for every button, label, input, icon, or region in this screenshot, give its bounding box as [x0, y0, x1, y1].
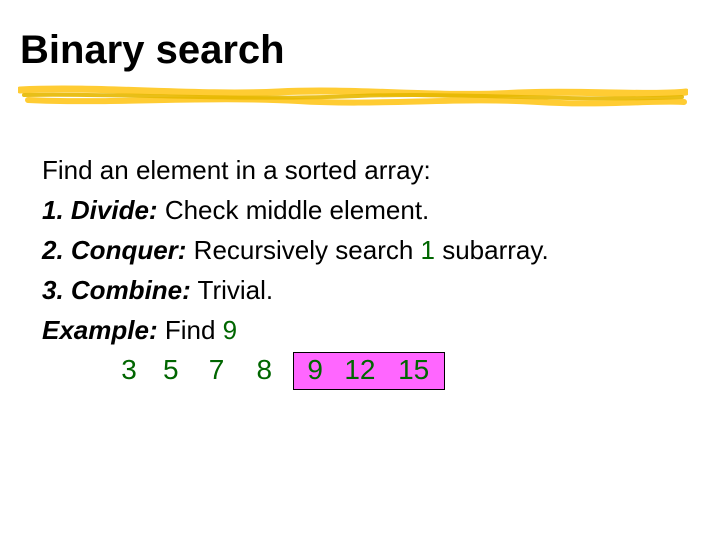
intro-line: Find an element in a sorted array: [42, 150, 682, 190]
step-2: 2. Conquer: Recursively search 1 subarra… [42, 230, 682, 270]
step-1-label: 1. Divide: [42, 195, 158, 225]
step-3-label: 3. Combine: [42, 275, 191, 305]
array-val-2: 7 [196, 350, 238, 390]
step-2-text-before: Recursively search [186, 235, 420, 265]
example-target: 9 [223, 315, 237, 345]
example-label: Example: [42, 315, 158, 345]
step-1: 1. Divide: Check middle element. [42, 190, 682, 230]
slide-title: Binary search [20, 28, 285, 73]
array-val-6: 15 [390, 353, 438, 387]
step-2-text-after: subarray. [435, 235, 549, 265]
slide: Binary search Find an element in a sorte… [0, 0, 720, 540]
array-val-1: 5 [154, 350, 188, 390]
step-2-emph: 1 [421, 235, 435, 265]
slide-body: Find an element in a sorted array: 1. Di… [42, 150, 682, 390]
step-3: 3. Combine: Trivial. [42, 270, 682, 310]
array-val-5: 12 [338, 353, 382, 387]
array-val-4: 9 [300, 353, 330, 387]
array-val-3: 8 [245, 350, 283, 390]
array-highlight-box: 9 12 15 [293, 352, 445, 390]
example-line: Example: Find 9 [42, 310, 682, 350]
example-text-before: Find [158, 315, 223, 345]
step-2-label: 2. Conquer: [42, 235, 186, 265]
step-3-text: Trivial. [191, 275, 273, 305]
array-val-0: 3 [112, 350, 146, 390]
step-1-text: Check middle element. [158, 195, 430, 225]
array-row: 3 5 7 8 9 12 15 [42, 350, 682, 390]
title-underline-brush [18, 84, 688, 110]
